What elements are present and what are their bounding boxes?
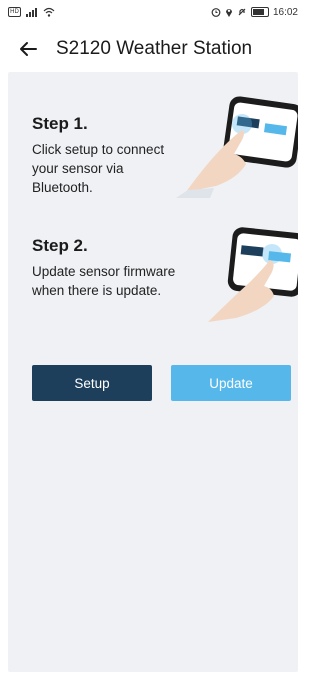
signal-icon: [26, 8, 37, 17]
mute-icon: [238, 8, 246, 16]
step-2: Step 2. Update sensor firmware when ther…: [32, 236, 182, 300]
step-2-text: Update sensor firmware when there is upd…: [32, 264, 176, 298]
alarm-icon: [211, 8, 221, 17]
sim-icon: HD: [8, 7, 21, 17]
status-time: 16:02: [272, 6, 298, 18]
status-bar: HD 16:02: [0, 0, 306, 24]
arrow-left-icon: [20, 42, 37, 56]
setup-button[interactable]: Setup: [32, 365, 152, 401]
status-right: 16:02: [211, 7, 298, 18]
step-1: Step 1. Click setup to connect your sens…: [32, 114, 182, 197]
instructions-card: Step 1. Click setup to connect your sens…: [8, 72, 298, 672]
battery-icon: [250, 7, 269, 17]
step-1-text: Click setup to connect your sensor via B…: [32, 142, 165, 195]
status-left: HD: [8, 7, 55, 17]
page-title: S2120 Weather Station: [56, 38, 253, 59]
phone-update-illustration: [208, 227, 298, 322]
update-button[interactable]: Update: [171, 365, 291, 401]
location-icon: [225, 9, 232, 17]
step-1-title: Step 1.: [32, 114, 88, 133]
wifi-icon: [43, 7, 55, 17]
header: S2120 Weather Station: [0, 28, 306, 70]
step-2-title: Step 2.: [32, 236, 88, 255]
phone-setup-illustration: [176, 96, 298, 198]
back-button[interactable]: [8, 29, 48, 69]
